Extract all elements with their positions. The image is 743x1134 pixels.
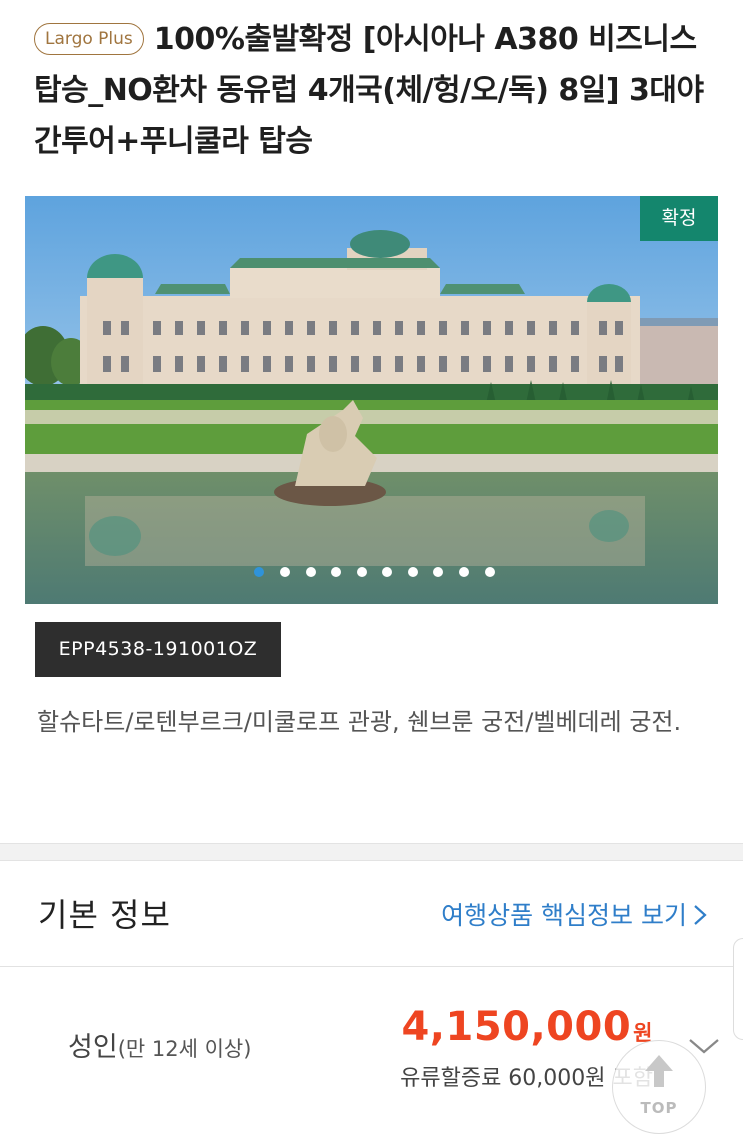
divider <box>0 966 743 967</box>
product-title-area: Largo Plus 100%출발확정 [아시아나 A380 비즈니스 탑승_NO… <box>34 14 714 167</box>
carousel-dot[interactable] <box>484 567 495 577</box>
brand-badge: Largo Plus <box>34 23 144 55</box>
carousel-dot[interactable] <box>382 567 393 577</box>
adult-price: 4,150,000원 <box>401 1000 653 1060</box>
carousel-pagination <box>25 567 718 577</box>
core-info-link[interactable]: 여행상품 핵심정보 보기 <box>441 896 707 936</box>
product-title: Largo Plus 100%출발확정 [아시아나 A380 비즈니스 탑승_NO… <box>34 14 714 167</box>
price-row-label: 성인(만 12세 이상) <box>68 1028 251 1069</box>
carousel-dot[interactable] <box>407 567 418 577</box>
age-condition: (만 12세 이상) <box>117 1037 252 1061</box>
confirmed-badge: 확정 <box>640 196 718 241</box>
carousel-dot[interactable] <box>459 567 470 577</box>
arrow-up-icon <box>613 1053 705 1089</box>
product-code: EPP4538-191001OZ <box>35 622 281 677</box>
belvedere-palace-image <box>25 196 718 604</box>
section-separator <box>0 843 743 861</box>
product-image-carousel[interactable]: 확정 <box>25 196 718 604</box>
chevron-right-icon <box>693 896 707 936</box>
adult-label: 성인 <box>68 1032 118 1063</box>
carousel-dot[interactable] <box>331 567 342 577</box>
carousel-dot[interactable] <box>356 567 367 577</box>
adult-price-amount: 4,150,000 <box>401 1004 632 1050</box>
top-label: TOP <box>640 1099 678 1117</box>
carousel-dot[interactable] <box>433 567 444 577</box>
carousel-dot[interactable] <box>254 567 265 577</box>
scroll-handle[interactable] <box>733 938 743 1040</box>
carousel-dot[interactable] <box>305 567 316 577</box>
basic-info-title: 기본 정보 <box>38 896 171 934</box>
product-summary: 할슈타트/로텐부르크/미쿨로프 관광, 쉔브룬 궁전/벨베데레 궁전. <box>37 708 682 736</box>
scroll-to-top-button[interactable]: TOP <box>612 1040 706 1134</box>
core-info-link-label: 여행상품 핵심정보 보기 <box>441 901 687 930</box>
carousel-dot[interactable] <box>279 567 290 577</box>
